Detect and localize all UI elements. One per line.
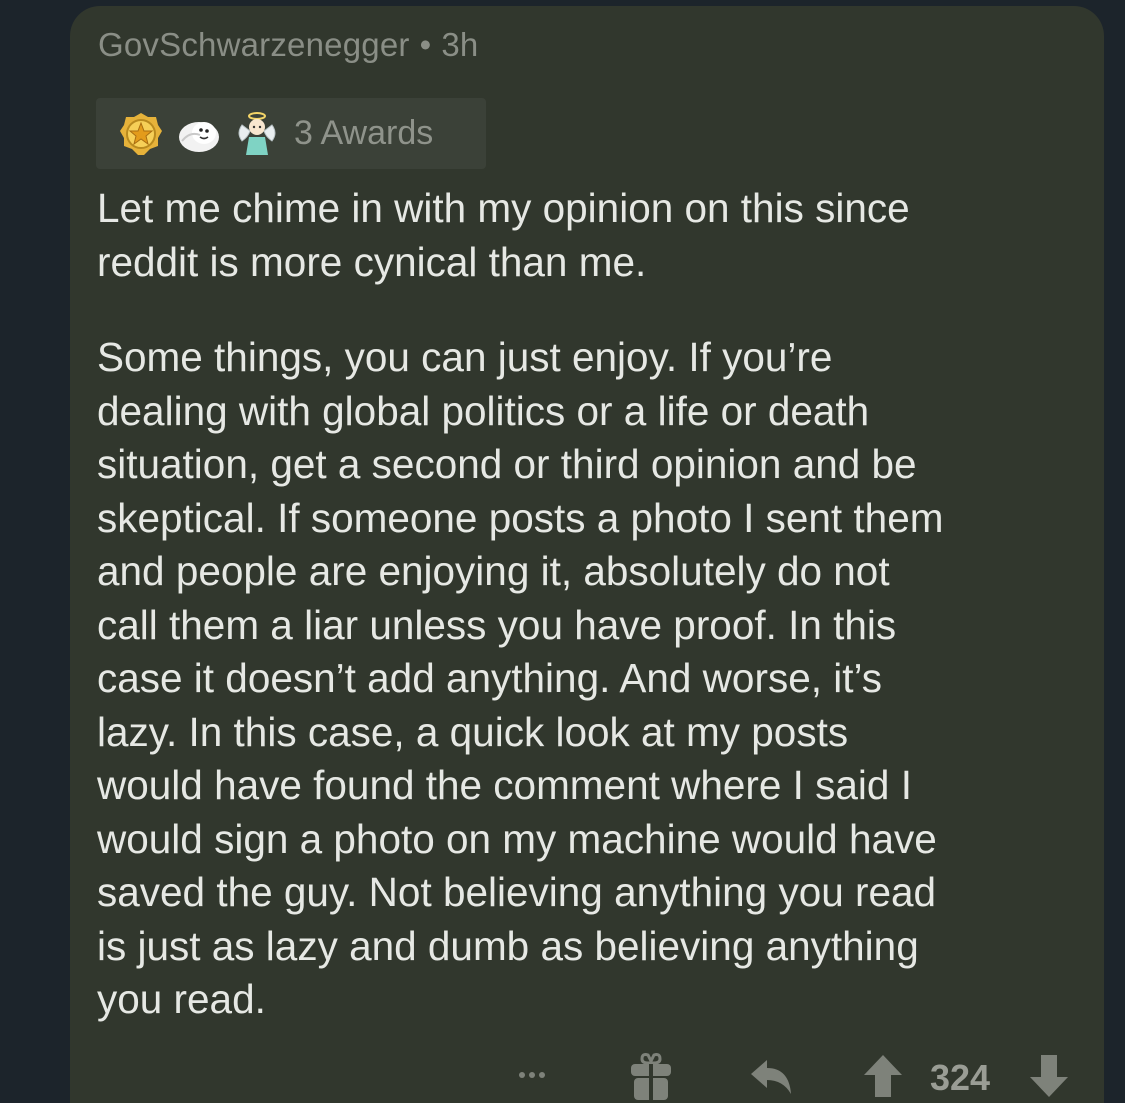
- gift-icon: [628, 1051, 674, 1103]
- comment-paragraph: Some things, you can just enjoy. If you’…: [97, 334, 944, 1022]
- angel-award-icon: [234, 111, 280, 157]
- comment-card: GovSchwarzenegger • 3h 3 Awards Let me c…: [70, 6, 1104, 1103]
- seal-award-icon: [176, 111, 222, 157]
- give-award-button[interactable]: [626, 1051, 676, 1103]
- page: GovSchwarzenegger • 3h 3 Awards Let me c…: [0, 0, 1125, 1103]
- more-options-icon: [512, 1065, 552, 1090]
- upvote-button[interactable]: [860, 1053, 906, 1103]
- reply-icon: [749, 1056, 795, 1103]
- upvote-icon: [862, 1053, 904, 1103]
- awards-badge[interactable]: 3 Awards: [96, 98, 486, 169]
- reply-button[interactable]: [748, 1055, 796, 1103]
- awards-count-label: 3 Awards: [294, 114, 434, 152]
- comment-paragraph: Let me chime in with my opinion on this …: [97, 185, 910, 285]
- comment-meta: GovSchwarzenegger • 3h: [98, 26, 478, 64]
- downvote-icon: [1028, 1053, 1070, 1103]
- comment-age: 3h: [441, 26, 479, 63]
- vote-count: 324: [930, 1057, 991, 1098]
- more-options-button[interactable]: [510, 1055, 554, 1099]
- gold-star-award-icon: [118, 111, 164, 157]
- comment-body: Let me chime in with my opinion on this …: [97, 182, 1082, 1027]
- comment-actions: 324: [70, 1049, 1104, 1103]
- downvote-button[interactable]: [1026, 1053, 1072, 1103]
- author-username[interactable]: GovSchwarzenegger: [98, 26, 410, 63]
- meta-separator: •: [419, 26, 432, 63]
